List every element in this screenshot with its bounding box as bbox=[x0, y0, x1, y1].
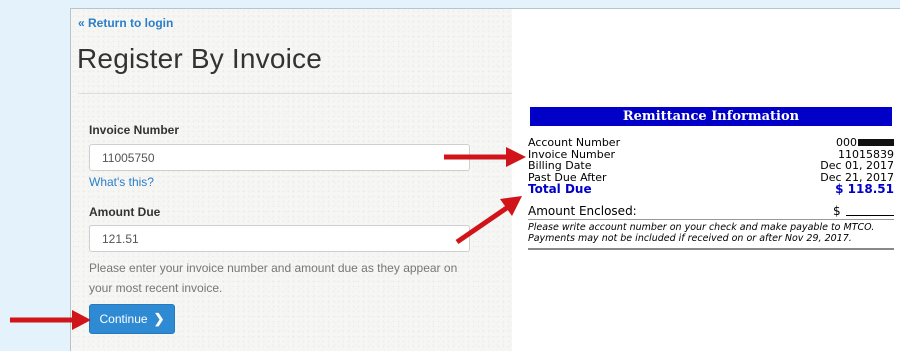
chevron-right-icon: ❯ bbox=[153, 311, 165, 326]
remittance-note-line: Please write account number on your chec… bbox=[528, 222, 875, 233]
amount-due-label: Amount Due bbox=[89, 205, 161, 219]
total-due-value: $ 118.51 bbox=[835, 182, 894, 196]
remit-row-label: Account Number bbox=[528, 136, 621, 149]
whats-this-link[interactable]: What's this? bbox=[89, 175, 154, 189]
remit-row-billing-date: Billing Date Dec 01, 2017 bbox=[528, 160, 896, 172]
help-text: Please enter your invoice number and amo… bbox=[89, 261, 458, 295]
remittance-panel: Remittance Information Account Number 00… bbox=[528, 107, 896, 250]
remit-row-value: Dec 01, 2017 bbox=[820, 159, 894, 172]
total-due-label: Total Due bbox=[528, 182, 592, 196]
page-title: Register By Invoice bbox=[77, 43, 323, 74]
remit-row-total: Total Due $ 118.51 bbox=[528, 183, 896, 196]
return-to-login-link[interactable]: « Return to login bbox=[78, 16, 173, 30]
divider bbox=[78, 93, 512, 94]
amount-enclosed-label: Amount Enclosed: bbox=[528, 204, 637, 218]
amount-due-input[interactable] bbox=[89, 225, 470, 252]
continue-label: Continue bbox=[99, 312, 148, 326]
remit-row-account: Account Number 000 bbox=[528, 137, 896, 149]
amount-enclosed-currency: $ bbox=[833, 204, 841, 218]
continue-button[interactable]: Continue ❯ bbox=[89, 304, 175, 334]
amount-enclosed-line: Amount Enclosed: $ bbox=[528, 204, 894, 220]
remittance-header: Remittance Information bbox=[530, 107, 892, 126]
remittance-note: Please write account number on your chec… bbox=[528, 222, 894, 250]
remittance-rows: Account Number 000 Invoice Number 110158… bbox=[528, 137, 896, 196]
remit-row-label: Billing Date bbox=[528, 159, 592, 172]
remittance-note-line: Payments may not be included if received… bbox=[528, 233, 852, 244]
amount-enclosed-blank bbox=[846, 215, 894, 216]
invoice-number-label: Invoice Number bbox=[89, 123, 180, 137]
redaction-mark bbox=[858, 139, 894, 146]
invoice-number-input[interactable] bbox=[89, 144, 470, 171]
